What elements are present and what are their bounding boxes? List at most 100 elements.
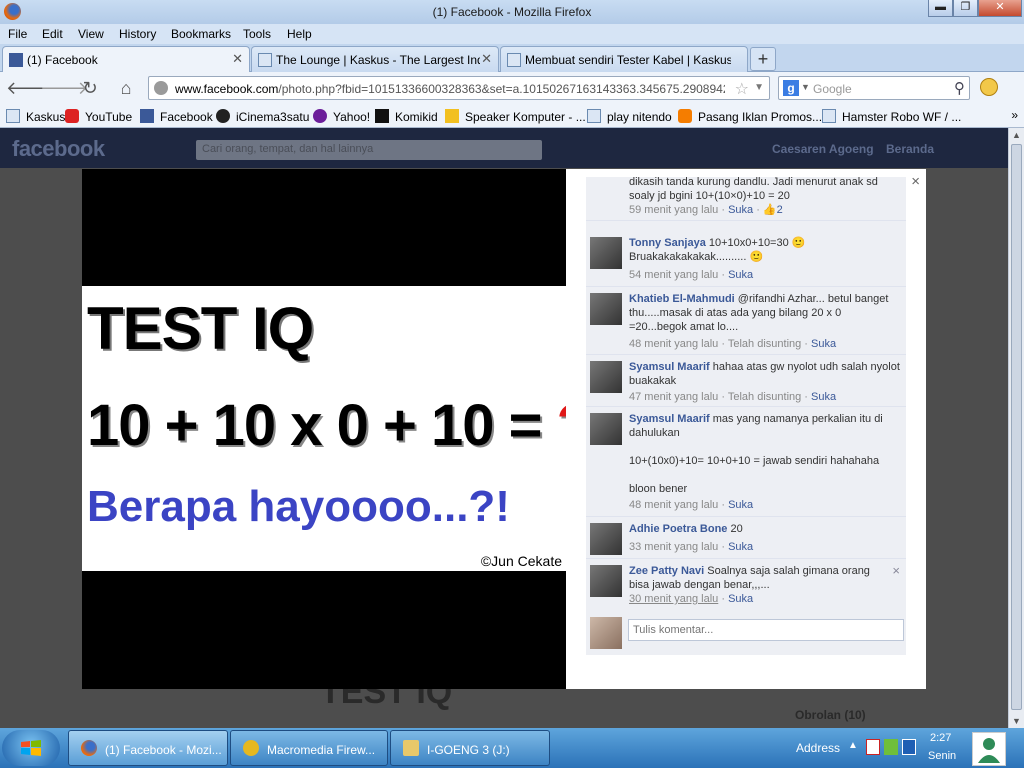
comment-item: Tonny Sanjaya 10+10x0+10=30 🙂 Bruakakaka… [586, 231, 906, 287]
like-link[interactable]: Suka [811, 391, 836, 403]
menu-file[interactable]: File [8, 27, 27, 41]
comment-meta: 47 menit yang lalu · Telah disunting · S… [629, 391, 837, 403]
comment-author[interactable]: Syamsul Maarif [629, 361, 710, 373]
home-link[interactable]: Beranda [886, 142, 934, 156]
menu-history[interactable]: History [119, 27, 156, 41]
bookmark-star-icon[interactable]: ☆ [735, 79, 749, 99]
avatar[interactable] [590, 523, 622, 555]
comment-meta: 54 menit yang lalu · Suka [629, 269, 754, 281]
antivirus-icon[interactable] [866, 739, 880, 755]
start-button[interactable] [2, 730, 60, 766]
comment-author[interactable]: Zee Patty Navi [629, 565, 704, 577]
close-tab-icon[interactable]: ✕ [481, 51, 492, 67]
tab-facebook[interactable]: (1) Facebook ✕ [2, 46, 250, 73]
remove-comment-icon[interactable]: × [892, 563, 900, 578]
url-bar[interactable]: www.facebook.com/photo.php?fbid=10151336… [148, 76, 770, 100]
facebook-search-input[interactable]: Cari orang, tempat, dan hal lainnya [196, 140, 542, 160]
bookmark-hamster[interactable]: Hamster Robo WF / ... [822, 109, 961, 124]
like-count[interactable]: 👍2 [763, 204, 783, 216]
address-toolbar[interactable]: Address [796, 741, 840, 755]
tab-label: (1) Facebook [27, 53, 98, 67]
close-tab-icon[interactable]: ✕ [232, 51, 243, 67]
avatar[interactable] [590, 293, 622, 325]
like-link[interactable]: Suka [728, 541, 753, 553]
bookmark-speaker[interactable]: Speaker Komputer - ... [445, 109, 586, 124]
menu-help[interactable]: Help [287, 27, 312, 41]
volume-icon[interactable] [902, 739, 916, 755]
url-dropdown-icon[interactable]: ▼ [754, 82, 764, 93]
user-account-icon[interactable] [972, 732, 1006, 766]
scroll-down-icon[interactable]: ▼ [1012, 716, 1021, 726]
back-button[interactable]: 🡐 [6, 77, 54, 99]
bookmark-kaskus[interactable]: Kaskus [6, 109, 65, 124]
page-scrollbar[interactable]: ▲ ▼ [1008, 128, 1024, 728]
show-hidden-icons-icon[interactable]: ▲ [848, 740, 858, 751]
taskbar-fireworks[interactable]: Macromedia Firew... [230, 730, 388, 766]
facebook-logo[interactable]: facebook [12, 136, 105, 162]
new-tab-button[interactable]: + [750, 47, 776, 71]
bookmark-play-nitendo[interactable]: play nitendo [587, 109, 672, 124]
like-link[interactable]: Suka [811, 338, 836, 350]
taskbar-firefox[interactable]: (1) Facebook - Mozi... [68, 730, 228, 766]
bookmark-yahoo[interactable]: Yahoo! [313, 109, 370, 124]
maximize-button[interactable]: ❐ [953, 0, 978, 17]
tab-bar: (1) Facebook ✕ The Lounge | Kaskus - The… [0, 44, 1024, 73]
taskbar-explorer[interactable]: I-GOENG 3 (J:) [390, 730, 550, 766]
clock-day[interactable]: Senin [928, 750, 956, 762]
menu-view[interactable]: View [78, 27, 104, 41]
comment-author[interactable]: Adhie Poetra Bone [629, 523, 727, 535]
tab-the-lounge[interactable]: The Lounge | Kaskus - The Largest Ind...… [251, 46, 499, 72]
like-link[interactable]: Suka [728, 593, 753, 605]
comment-item: Zee Patty Navi Soalnya saja salah gimana… [586, 559, 906, 613]
bookmark-youtube[interactable]: YouTube [65, 109, 132, 124]
search-icon[interactable]: ⚲ [954, 79, 965, 97]
comment-input[interactable] [628, 619, 904, 641]
folder-icon [403, 740, 419, 756]
bookmark-facebook[interactable]: Facebook [140, 109, 213, 124]
url-text[interactable]: www.facebook.com/photo.php?fbid=10151336… [175, 82, 725, 96]
tab-membuat-sendiri[interactable]: Membuat sendiri Tester Kabel | Kaskus ..… [500, 46, 748, 72]
avatar[interactable] [590, 361, 622, 393]
photo-image: TEST IQ 10 + 10 x 0 + 10 = ? Berapa hayo… [82, 286, 592, 571]
clock-time[interactable]: 2:27 [930, 732, 951, 744]
comment-author[interactable]: Khatieb El-Mahmudi [629, 293, 735, 305]
search-bar[interactable]: g ▼ Google ⚲ [778, 76, 970, 100]
avatar[interactable] [590, 565, 622, 597]
close-viewer-icon[interactable]: × [911, 173, 920, 190]
google-icon[interactable]: g [783, 80, 799, 96]
bookmark-icinema[interactable]: iCinema3satu [216, 109, 309, 124]
search-input[interactable]: Google [813, 82, 852, 96]
network-icon[interactable] [884, 739, 898, 755]
menu-tools[interactable]: Tools [243, 27, 271, 41]
bookmarks-more-button[interactable]: » [1011, 108, 1018, 122]
home-button[interactable]: ⌂ [114, 77, 138, 99]
menu-edit[interactable]: Edit [42, 27, 63, 41]
avatar[interactable] [590, 413, 622, 445]
addon-smiley-icon[interactable] [980, 78, 998, 96]
bookmark-pasang-iklan[interactable]: Pasang Iklan Promos... [678, 109, 822, 124]
reload-button[interactable]: ↻ [78, 77, 102, 99]
icinema-icon [216, 109, 230, 123]
search-engine-dropdown-icon[interactable]: ▼ [801, 82, 810, 92]
like-link[interactable]: Suka [728, 499, 753, 511]
comment-text: dikasih tanda kurung dandlu. Jadi menuru… [629, 177, 878, 202]
avatar[interactable] [590, 237, 622, 269]
forward-button[interactable]: 🡒 [40, 77, 88, 99]
comment-author[interactable]: Tonny Sanjaya [629, 237, 706, 249]
bookmark-komikid[interactable]: Komikid [375, 109, 438, 124]
comment-meta: 33 menit yang lalu · Suka [629, 541, 754, 553]
menu-bookmarks[interactable]: Bookmarks [171, 27, 231, 41]
scroll-up-icon[interactable]: ▲ [1012, 130, 1021, 140]
comment-item: Khatieb El-Mahmudi @rifandhi Azhar... be… [586, 287, 906, 355]
minimize-button[interactable]: ▬ [928, 0, 953, 17]
like-link[interactable]: Suka [728, 204, 753, 216]
profile-link[interactable]: Caesaren Agoeng [772, 142, 874, 156]
like-link[interactable]: Suka [728, 269, 753, 281]
chat-bar[interactable]: Obrolan (10) [795, 708, 866, 722]
close-button[interactable]: ✕ [978, 0, 1022, 17]
comment-author[interactable]: Syamsul Maarif [629, 413, 710, 425]
photo-credit: ©Jun Cekate [480, 553, 562, 569]
kaskus-icon [6, 109, 20, 123]
blogger-icon [678, 109, 692, 123]
scroll-thumb[interactable] [1011, 144, 1022, 710]
